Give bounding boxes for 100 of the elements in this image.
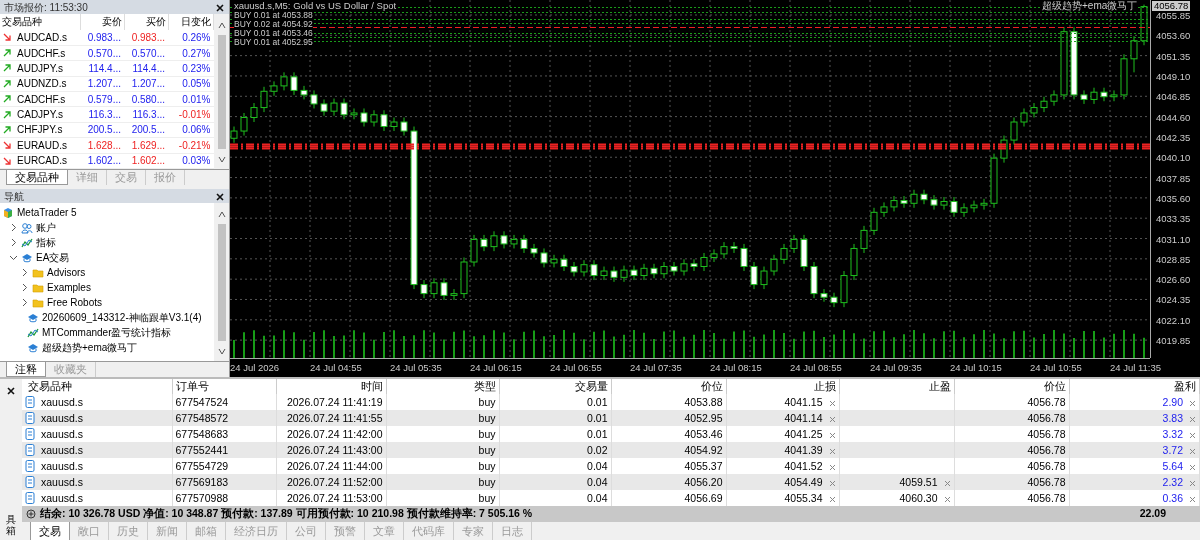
document-icon bbox=[25, 396, 35, 408]
column-header[interactable]: 价位 bbox=[954, 379, 1069, 394]
column-header[interactable]: 卖价 bbox=[80, 14, 124, 30]
symbol-cell[interactable]: AUDCHF.s bbox=[17, 46, 66, 60]
candle bbox=[280, 71, 288, 91]
candle bbox=[470, 234, 478, 267]
change-cell: 0.05% bbox=[168, 76, 214, 92]
table-cell: 2026.07.24 11:42:00 bbox=[286, 428, 383, 440]
tree-item[interactable]: MTCommander盈亏统计指标 bbox=[42, 325, 172, 340]
table-cell: 4056.20 bbox=[684, 476, 723, 488]
symbol-cell[interactable]: AUDNZD.s bbox=[17, 77, 67, 91]
tree-item[interactable]: 账户 bbox=[36, 220, 56, 235]
candle bbox=[610, 266, 618, 283]
symbol-cell[interactable]: AUDCAD.s bbox=[17, 30, 67, 44]
symbol-cell[interactable]: xauusd.s bbox=[41, 427, 84, 441]
candle bbox=[1080, 89, 1088, 105]
tree-item[interactable]: Free Robots bbox=[47, 295, 103, 310]
tab[interactable]: 注释 bbox=[6, 362, 46, 377]
candle bbox=[740, 243, 748, 272]
symbol-cell[interactable]: xauusd.s bbox=[41, 459, 84, 473]
column-header[interactable]: 交易品种 bbox=[0, 14, 80, 30]
candle bbox=[420, 279, 428, 299]
candle bbox=[320, 98, 328, 117]
change-cell: 0.03% bbox=[168, 153, 214, 169]
candle bbox=[1050, 89, 1058, 107]
column-header[interactable]: 交易品种 bbox=[22, 379, 172, 394]
symbol-cell[interactable]: xauusd.s bbox=[41, 395, 84, 409]
symbol-cell[interactable]: xauusd.s bbox=[41, 491, 84, 505]
column-header[interactable]: 类型 bbox=[386, 379, 499, 394]
chevron-right-icon[interactable] bbox=[9, 238, 18, 247]
column-header[interactable]: 时间 bbox=[276, 379, 386, 394]
trade-label: BUY 0.01 at 4052.95 bbox=[234, 38, 313, 47]
symbol-cell[interactable]: CADJPY.s bbox=[17, 108, 63, 122]
chevron-down-icon[interactable] bbox=[9, 253, 18, 262]
close-icon[interactable] bbox=[6, 386, 16, 397]
candle bbox=[630, 265, 638, 281]
users-icon bbox=[21, 221, 33, 234]
document-icon bbox=[25, 492, 35, 504]
column-header[interactable]: 订单号 bbox=[172, 379, 276, 394]
change-cell: -0.21% bbox=[168, 137, 214, 153]
scrollbar[interactable] bbox=[214, 203, 229, 361]
folder-icon bbox=[32, 281, 44, 294]
symbol-cell[interactable]: EURCAD.s bbox=[17, 154, 67, 168]
scroll-down-icon[interactable] bbox=[217, 348, 226, 356]
tree-item[interactable]: Examples bbox=[47, 280, 91, 295]
scroll-up-icon[interactable] bbox=[217, 21, 226, 29]
candle bbox=[370, 109, 378, 128]
chevron-right-icon[interactable] bbox=[9, 223, 18, 232]
column-header[interactable]: 价位 bbox=[611, 379, 726, 394]
candle bbox=[1140, 4, 1148, 46]
chevron-right-icon[interactable] bbox=[20, 298, 29, 307]
column-header[interactable]: 止盈 bbox=[839, 379, 954, 394]
scrollbar[interactable] bbox=[214, 14, 229, 169]
tree-item[interactable]: Advisors bbox=[47, 265, 86, 280]
price-cell: 0.983... bbox=[80, 30, 124, 46]
candle bbox=[310, 89, 318, 109]
type-cell: buy bbox=[478, 396, 496, 408]
tab[interactable]: 交易品种 bbox=[6, 170, 68, 185]
price-label: 4035.60 bbox=[1156, 192, 1191, 204]
price-label: 4049.10 bbox=[1156, 70, 1191, 82]
panel-title: 导航 bbox=[4, 189, 24, 204]
scroll-down-icon[interactable] bbox=[217, 156, 226, 164]
scroll-up-icon[interactable] bbox=[217, 210, 226, 218]
table-cell: 4056.78 bbox=[1027, 460, 1066, 472]
profit-cell: 2.90 bbox=[1162, 396, 1183, 408]
price-label: 4053.60 bbox=[1156, 30, 1191, 42]
column-header[interactable]: 日变化 bbox=[168, 14, 214, 30]
candle bbox=[490, 230, 498, 252]
column-header[interactable]: 止损 bbox=[726, 379, 839, 394]
symbol-cell[interactable]: AUDJPY.s bbox=[17, 61, 63, 75]
tree-item[interactable]: 超级趋势+ema微马丁 bbox=[42, 340, 138, 355]
expand-icon[interactable] bbox=[26, 509, 36, 520]
order-cell: 677552441 bbox=[175, 444, 229, 456]
candle bbox=[1000, 135, 1008, 164]
symbol-cell[interactable]: CADCHF.s bbox=[17, 92, 66, 106]
time-label: 24 Jul 05:35 bbox=[390, 362, 442, 373]
total-profit: 22.09 bbox=[1139, 506, 1166, 522]
tree-item[interactable]: 20260609_143312-神临跟单V3.1(4) bbox=[42, 310, 202, 325]
chevron-right-icon[interactable] bbox=[20, 283, 29, 292]
tree-item[interactable]: EA交易 bbox=[36, 250, 70, 265]
symbol-cell[interactable]: EURAUD.s bbox=[17, 138, 67, 152]
candle bbox=[480, 234, 488, 252]
close-icon[interactable] bbox=[215, 2, 225, 13]
candle bbox=[880, 201, 888, 218]
candle bbox=[390, 117, 398, 132]
tab[interactable]: 交易 bbox=[30, 522, 70, 540]
tree-item[interactable]: MetaTrader 5 bbox=[17, 205, 77, 220]
column-header[interactable]: 盈利 bbox=[1069, 379, 1200, 394]
time-label: 24 Jul 10:15 bbox=[950, 362, 1002, 373]
close-icon[interactable] bbox=[215, 191, 225, 202]
symbol-cell[interactable]: CHFJPY.s bbox=[17, 123, 63, 137]
trade-label: BUY 0.02 at 4054.92 bbox=[234, 20, 313, 29]
candle bbox=[430, 277, 438, 299]
column-header[interactable]: 买价 bbox=[124, 14, 168, 30]
candle bbox=[400, 117, 408, 137]
price-cell: 200.5... bbox=[80, 122, 124, 138]
tree-item[interactable]: 指标 bbox=[36, 235, 56, 250]
price-cell: 0.580... bbox=[124, 91, 168, 107]
chevron-right-icon[interactable] bbox=[20, 268, 29, 277]
column-header[interactable]: 交易量 bbox=[499, 379, 611, 394]
